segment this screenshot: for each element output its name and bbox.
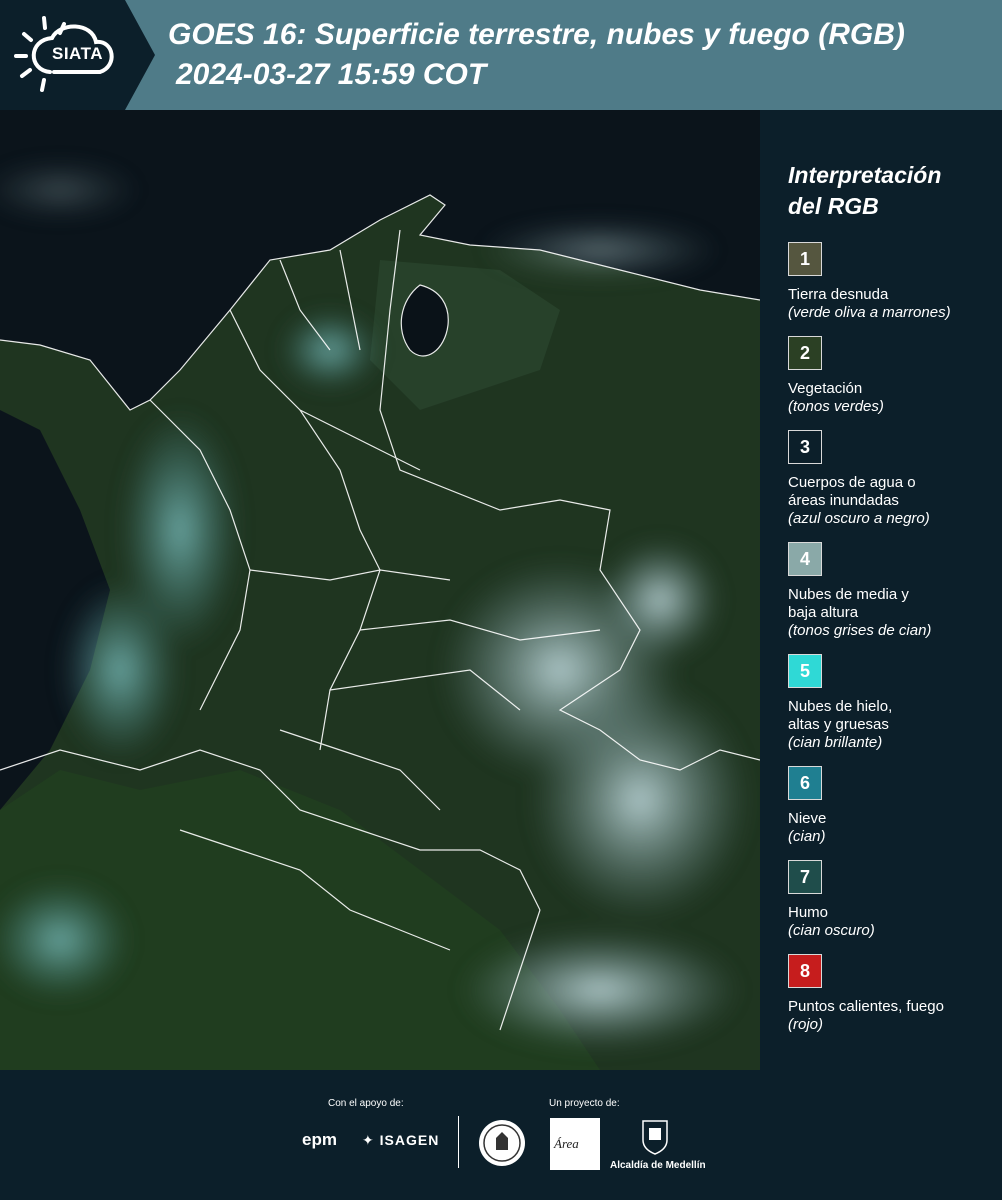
legend-title-line2: del RGB bbox=[788, 193, 879, 219]
rgb-legend: Interpretación del RGB 1 Tierra desnuda (v… bbox=[788, 160, 988, 1034]
legend-label: Nubes de hielo, altas y gruesas bbox=[788, 698, 893, 733]
epm-logo[interactable]: epm bbox=[302, 1130, 337, 1150]
legend-note: (tonos grises de cian) bbox=[788, 622, 932, 639]
legend-item-8: 8 Puntos calientes, fuego (rojo) bbox=[788, 954, 988, 1034]
university-seal-icon[interactable] bbox=[477, 1118, 527, 1168]
legend-label: Vegetación bbox=[788, 380, 863, 397]
footer: Con el apoyo de: Un proyecto de: epm ✦ I… bbox=[0, 1070, 1002, 1200]
logo-text: SIATA bbox=[52, 44, 103, 63]
legend-swatch: 8 bbox=[788, 954, 822, 988]
legend-item-6: 6 Nieve (cian) bbox=[788, 766, 988, 846]
legend-swatch: 2 bbox=[788, 336, 822, 370]
legend-note: (azul oscuro a negro) bbox=[788, 510, 930, 527]
legend-note: (cian oscuro) bbox=[788, 922, 875, 939]
legend-title: Interpretación del RGB bbox=[788, 160, 988, 222]
legend-note: (rojo) bbox=[788, 1016, 824, 1033]
legend-item-5: 5 Nubes de hielo, altas y gruesas (cian br… bbox=[788, 654, 988, 752]
legend-label: Nieve bbox=[788, 810, 827, 827]
legend-item-1: 1 Tierra desnuda (verde oliva a marrones) bbox=[788, 242, 988, 322]
legend-item-4: 4 Nubes de media y baja altura (tonos gris… bbox=[788, 542, 988, 640]
legend-title-line1: Interpretación bbox=[788, 162, 942, 188]
legend-label: Humo bbox=[788, 904, 829, 921]
legend-item-2: 2 Vegetación (tonos verdes) bbox=[788, 336, 988, 416]
legend-label: Nubes de media y baja altura bbox=[788, 586, 909, 621]
support-label: Con el apoyo de: bbox=[328, 1098, 404, 1109]
legend-swatch: 5 bbox=[788, 654, 822, 688]
isagen-mark-icon: ✦ bbox=[362, 1132, 380, 1148]
legend-item-3: 3 Cuerpos de agua o áreas inundadas (azul … bbox=[788, 430, 988, 528]
page-timestamp: 2024-03-27 15:59 COT bbox=[176, 58, 487, 91]
page-title: GOES 16: Superficie terrestre, nubes y f… bbox=[168, 18, 905, 51]
medellin-text: Alcaldía de Medellín bbox=[610, 1160, 706, 1171]
isagen-logo[interactable]: ✦ ISAGEN bbox=[362, 1132, 439, 1149]
legend-note: (tonos verdes) bbox=[788, 398, 884, 415]
metro-logo-text: Área bbox=[554, 1136, 579, 1151]
siata-logo[interactable]: SIATA bbox=[0, 0, 155, 110]
legend-swatch: 7 bbox=[788, 860, 822, 894]
legend-swatch: 1 bbox=[788, 242, 822, 276]
satellite-map[interactable] bbox=[0, 110, 760, 1070]
legend-items: 1 Tierra desnuda (verde oliva a marrones) 2… bbox=[788, 242, 988, 1034]
footer-divider bbox=[458, 1116, 459, 1168]
legend-note: (cian) bbox=[788, 828, 826, 845]
satellite-image bbox=[0, 110, 760, 1070]
legend-label: Tierra desnuda bbox=[788, 286, 889, 303]
legend-note: (cian brillante) bbox=[788, 734, 883, 751]
legend-label: Puntos calientes, fuego bbox=[788, 998, 944, 1015]
header-bar: SIATA GOES 16: Superficie terrestre, nub… bbox=[0, 0, 1002, 110]
legend-note: (verde oliva a marrones) bbox=[788, 304, 951, 321]
project-label: Un proyecto de: bbox=[549, 1098, 620, 1109]
medellin-crest-icon[interactable] bbox=[640, 1118, 670, 1156]
area-metropolitana-logo[interactable]: Área bbox=[550, 1118, 600, 1170]
legend-swatch: 3 bbox=[788, 430, 822, 464]
legend-swatch: 6 bbox=[788, 766, 822, 800]
legend-swatch: 4 bbox=[788, 542, 822, 576]
legend-label: Cuerpos de agua o áreas inundadas bbox=[788, 474, 916, 509]
legend-item-7: 7 Humo (cian oscuro) bbox=[788, 860, 988, 940]
isagen-text: ISAGEN bbox=[379, 1132, 440, 1148]
